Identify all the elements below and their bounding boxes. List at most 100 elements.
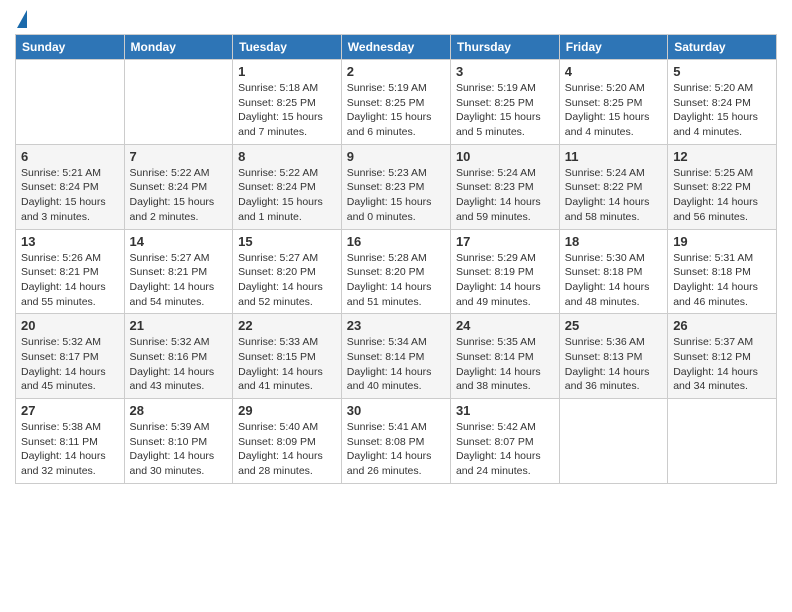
calendar-cell (668, 399, 777, 484)
day-info: Sunrise: 5:27 AM Sunset: 8:21 PM Dayligh… (130, 251, 228, 310)
day-info: Sunrise: 5:18 AM Sunset: 8:25 PM Dayligh… (238, 81, 336, 140)
day-number: 6 (21, 149, 119, 164)
column-header-monday: Monday (124, 35, 233, 60)
day-info: Sunrise: 5:19 AM Sunset: 8:25 PM Dayligh… (347, 81, 445, 140)
calendar-week-3: 13Sunrise: 5:26 AM Sunset: 8:21 PM Dayli… (16, 229, 777, 314)
calendar-cell: 20 Sunrise: 5:32 AM Sunset: 8:17 PM Dayli… (16, 314, 125, 399)
day-number: 23 (347, 318, 445, 333)
calendar-cell: 1Sunrise: 5:18 AM Sunset: 8:25 PM Daylig… (233, 60, 342, 145)
logo-triangle-icon (17, 10, 27, 28)
day-number: 13 (21, 234, 119, 249)
calendar-cell: 30Sunrise: 5:41 AM Sunset: 8:08 PM Dayli… (341, 399, 450, 484)
day-info: Sunrise: 5:40 AM Sunset: 8:09 PM Dayligh… (238, 420, 336, 479)
calendar-cell: 11 Sunrise: 5:24 AM Sunset: 8:22 PM Dayli… (559, 144, 667, 229)
day-info: Sunrise: 5:21 AM Sunset: 8:24 PM Dayligh… (21, 166, 119, 225)
day-number: 5 (673, 64, 771, 79)
day-number: 28 (130, 403, 228, 418)
day-number: 27 (21, 403, 119, 418)
calendar-cell: 23Sunrise: 5:34 AM Sunset: 8:14 PM Dayli… (341, 314, 450, 399)
day-number: 16 (347, 234, 445, 249)
calendar-cell: 21 Sunrise: 5:32 AM Sunset: 8:16 PM Dayli… (124, 314, 233, 399)
day-info: Sunrise: 5:39 AM Sunset: 8:10 PM Dayligh… (130, 420, 228, 479)
calendar-cell: 12 Sunrise: 5:25 AM Sunset: 8:22 PM Dayli… (668, 144, 777, 229)
day-info: Sunrise: 5:25 AM Sunset: 8:22 PM Dayligh… (673, 166, 771, 225)
day-info: Sunrise: 5:27 AM Sunset: 8:20 PM Dayligh… (238, 251, 336, 310)
day-number: 8 (238, 149, 336, 164)
calendar-week-1: 1Sunrise: 5:18 AM Sunset: 8:25 PM Daylig… (16, 60, 777, 145)
day-number: 20 (21, 318, 119, 333)
page-header (15, 10, 777, 28)
calendar-cell: 16 Sunrise: 5:28 AM Sunset: 8:20 PM Dayli… (341, 229, 450, 314)
day-info: Sunrise: 5:38 AM Sunset: 8:11 PM Dayligh… (21, 420, 119, 479)
column-header-sunday: Sunday (16, 35, 125, 60)
day-number: 17 (456, 234, 554, 249)
day-info: Sunrise: 5:22 AM Sunset: 8:24 PM Dayligh… (130, 166, 228, 225)
calendar-cell: 7 Sunrise: 5:22 AM Sunset: 8:24 PM Daylig… (124, 144, 233, 229)
day-info: Sunrise: 5:36 AM Sunset: 8:13 PM Dayligh… (565, 335, 662, 394)
day-info: Sunrise: 5:19 AM Sunset: 8:25 PM Dayligh… (456, 81, 554, 140)
day-info: Sunrise: 5:30 AM Sunset: 8:18 PM Dayligh… (565, 251, 662, 310)
day-info: Sunrise: 5:37 AM Sunset: 8:12 PM Dayligh… (673, 335, 771, 394)
column-header-wednesday: Wednesday (341, 35, 450, 60)
calendar-table: SundayMondayTuesdayWednesdayThursdayFrid… (15, 34, 777, 484)
calendar-cell: 26 Sunrise: 5:37 AM Sunset: 8:12 PM Dayli… (668, 314, 777, 399)
day-info: Sunrise: 5:32 AM Sunset: 8:16 PM Dayligh… (130, 335, 228, 394)
column-header-friday: Friday (559, 35, 667, 60)
day-number: 24 (456, 318, 554, 333)
day-info: Sunrise: 5:33 AM Sunset: 8:15 PM Dayligh… (238, 335, 336, 394)
logo (15, 10, 27, 28)
calendar-cell: 19 Sunrise: 5:31 AM Sunset: 8:18 PM Dayli… (668, 229, 777, 314)
calendar-cell: 27 Sunrise: 5:38 AM Sunset: 8:11 PM Dayli… (16, 399, 125, 484)
day-number: 7 (130, 149, 228, 164)
day-number: 10 (456, 149, 554, 164)
day-number: 29 (238, 403, 336, 418)
column-header-thursday: Thursday (450, 35, 559, 60)
calendar-cell: 2Sunrise: 5:19 AM Sunset: 8:25 PM Daylig… (341, 60, 450, 145)
day-info: Sunrise: 5:22 AM Sunset: 8:24 PM Dayligh… (238, 166, 336, 225)
day-info: Sunrise: 5:20 AM Sunset: 8:24 PM Dayligh… (673, 81, 771, 140)
day-number: 26 (673, 318, 771, 333)
calendar-cell: 13Sunrise: 5:26 AM Sunset: 8:21 PM Dayli… (16, 229, 125, 314)
day-number: 12 (673, 149, 771, 164)
calendar-cell: 3 Sunrise: 5:19 AM Sunset: 8:25 PM Daylig… (450, 60, 559, 145)
day-number: 19 (673, 234, 771, 249)
day-info: Sunrise: 5:28 AM Sunset: 8:20 PM Dayligh… (347, 251, 445, 310)
calendar-cell: 6 Sunrise: 5:21 AM Sunset: 8:24 PM Daylig… (16, 144, 125, 229)
day-info: Sunrise: 5:35 AM Sunset: 8:14 PM Dayligh… (456, 335, 554, 394)
day-number: 14 (130, 234, 228, 249)
day-info: Sunrise: 5:24 AM Sunset: 8:22 PM Dayligh… (565, 166, 662, 225)
calendar-cell: 14 Sunrise: 5:27 AM Sunset: 8:21 PM Dayli… (124, 229, 233, 314)
calendar-cell: 9 Sunrise: 5:23 AM Sunset: 8:23 PM Daylig… (341, 144, 450, 229)
day-info: Sunrise: 5:20 AM Sunset: 8:25 PM Dayligh… (565, 81, 662, 140)
calendar-cell: 15 Sunrise: 5:27 AM Sunset: 8:20 PM Dayli… (233, 229, 342, 314)
day-info: Sunrise: 5:42 AM Sunset: 8:07 PM Dayligh… (456, 420, 554, 479)
calendar-cell: 10Sunrise: 5:24 AM Sunset: 8:23 PM Dayli… (450, 144, 559, 229)
day-number: 9 (347, 149, 445, 164)
day-number: 3 (456, 64, 554, 79)
day-number: 22 (238, 318, 336, 333)
calendar-cell: 17Sunrise: 5:29 AM Sunset: 8:19 PM Dayli… (450, 229, 559, 314)
day-number: 21 (130, 318, 228, 333)
calendar-cell: 29 Sunrise: 5:40 AM Sunset: 8:09 PM Dayli… (233, 399, 342, 484)
calendar-cell: 28 Sunrise: 5:39 AM Sunset: 8:10 PM Dayli… (124, 399, 233, 484)
calendar-body: 1Sunrise: 5:18 AM Sunset: 8:25 PM Daylig… (16, 60, 777, 484)
calendar-week-2: 6 Sunrise: 5:21 AM Sunset: 8:24 PM Daylig… (16, 144, 777, 229)
day-info: Sunrise: 5:32 AM Sunset: 8:17 PM Dayligh… (21, 335, 119, 394)
day-info: Sunrise: 5:23 AM Sunset: 8:23 PM Dayligh… (347, 166, 445, 225)
calendar-cell (559, 399, 667, 484)
calendar-cell: 4Sunrise: 5:20 AM Sunset: 8:25 PM Daylig… (559, 60, 667, 145)
calendar-cell: 24 Sunrise: 5:35 AM Sunset: 8:14 PM Dayli… (450, 314, 559, 399)
day-info: Sunrise: 5:31 AM Sunset: 8:18 PM Dayligh… (673, 251, 771, 310)
day-number: 31 (456, 403, 554, 418)
calendar-cell: 8 Sunrise: 5:22 AM Sunset: 8:24 PM Daylig… (233, 144, 342, 229)
day-number: 11 (565, 149, 662, 164)
day-number: 30 (347, 403, 445, 418)
day-number: 25 (565, 318, 662, 333)
day-number: 15 (238, 234, 336, 249)
calendar-cell (16, 60, 125, 145)
calendar-week-4: 20 Sunrise: 5:32 AM Sunset: 8:17 PM Dayli… (16, 314, 777, 399)
calendar-header-row: SundayMondayTuesdayWednesdayThursdayFrid… (16, 35, 777, 60)
calendar-cell: 25 Sunrise: 5:36 AM Sunset: 8:13 PM Dayli… (559, 314, 667, 399)
column-header-saturday: Saturday (668, 35, 777, 60)
day-number: 18 (565, 234, 662, 249)
